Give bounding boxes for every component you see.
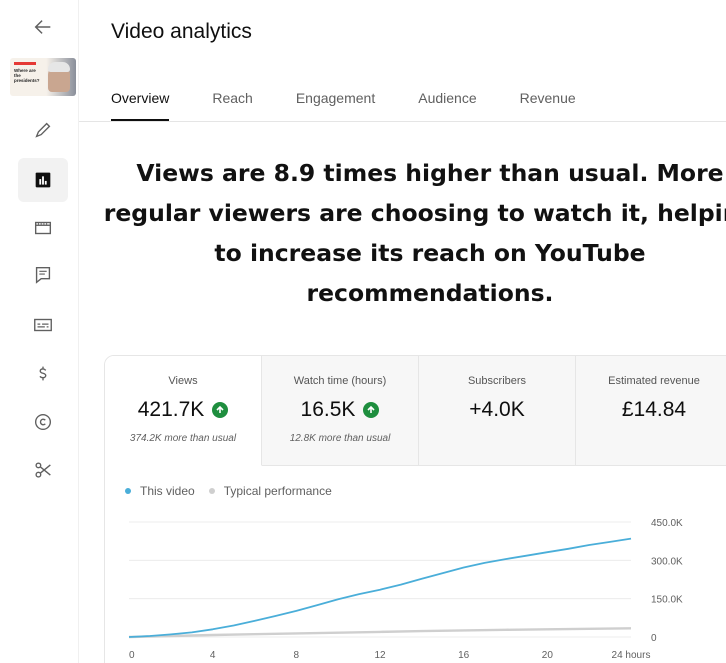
legend-dot-this-video xyxy=(125,488,131,494)
legend-typical: Typical performance xyxy=(208,484,332,498)
video-thumbnail[interactable]: Where are the presidents? xyxy=(10,58,76,96)
legend-this-video: This video xyxy=(125,484,195,498)
metric-tabs: Views 421.7K 374.2K more than usual Watc… xyxy=(105,356,726,466)
metric-value-text: 16.5K xyxy=(300,398,356,421)
legend-label: This video xyxy=(140,484,195,498)
copyright-icon[interactable] xyxy=(18,400,68,444)
metric-label: Subscribers xyxy=(467,375,527,387)
metric-value: +4.0K xyxy=(419,398,575,422)
comments-icon[interactable] xyxy=(18,253,68,297)
thumbnail-text: Where are the presidents? xyxy=(14,68,40,83)
y-tick-label: 0 xyxy=(651,633,657,644)
tabs-divider xyxy=(79,121,726,122)
left-nav-rail: Where are the presidents? xyxy=(0,0,78,663)
x-tick-label: 20 xyxy=(542,650,554,661)
x-tick-label: 0 xyxy=(129,650,135,661)
metric-views[interactable]: Views 421.7K 374.2K more than usual xyxy=(105,356,262,466)
metric-value: 421.7K xyxy=(105,398,261,422)
analytics-icon[interactable] xyxy=(18,158,68,202)
metric-comparison: 374.2K more than usual xyxy=(129,433,237,444)
x-tick-label: 16 xyxy=(458,650,470,661)
tab-audience[interactable]: Audience xyxy=(418,88,476,122)
metric-value-text: +4.0K xyxy=(469,398,525,421)
metric-value: £14.84 xyxy=(576,398,726,422)
metric-estimated-revenue[interactable]: Estimated revenue £14.84 xyxy=(576,356,726,466)
x-tick-label: 8 xyxy=(294,650,300,661)
metric-value-text: 421.7K xyxy=(137,398,205,421)
legend-label: Typical performance xyxy=(223,484,332,498)
x-tick-label: 24 hours xyxy=(612,650,651,661)
x-tick-label: 12 xyxy=(374,650,386,661)
x-tick-label: 4 xyxy=(210,650,216,661)
insight-headline: Views are 8.9 times higher than usual. M… xyxy=(103,159,726,307)
back-arrow-icon[interactable] xyxy=(18,5,68,49)
rail-divider xyxy=(78,0,79,663)
metric-label: Watch time (hours) xyxy=(293,375,387,387)
metric-subscribers[interactable]: Subscribers +4.0K xyxy=(419,356,576,466)
analytics-tabs: Overview Reach Engagement Audience Reven… xyxy=(111,88,619,122)
tab-engagement[interactable]: Engagement xyxy=(296,88,375,122)
y-tick-label: 450.0K xyxy=(651,518,683,529)
tab-overview[interactable]: Overview xyxy=(111,88,170,122)
tab-reach[interactable]: Reach xyxy=(212,88,252,122)
editor-icon[interactable] xyxy=(18,206,68,250)
chart-legend: This video Typical performance xyxy=(125,484,346,498)
trend-up-icon xyxy=(212,402,229,418)
metrics-card: Views 421.7K 374.2K more than usual Watc… xyxy=(104,355,726,663)
trend-up-icon xyxy=(363,402,380,418)
subtitles-icon[interactable] xyxy=(18,303,68,347)
page-title: Video analytics xyxy=(111,20,252,43)
metric-value: 16.5K xyxy=(262,398,418,422)
views-line-chart: 0 150.0K 300.0K 450.0K 0 4 8 12 16 20 24 hours xyxy=(128,518,683,661)
legend-dot-typical xyxy=(208,488,215,494)
y-tick-label: 150.0K xyxy=(651,595,683,606)
metric-label: Estimated revenue xyxy=(608,375,700,387)
y-tick-label: 300.0K xyxy=(651,556,683,567)
metric-comparison: 12.8K more than usual xyxy=(289,433,391,444)
metric-label: Views xyxy=(168,375,198,387)
tab-revenue[interactable]: Revenue xyxy=(520,88,576,122)
clips-icon[interactable] xyxy=(18,448,68,492)
series-line-this-video xyxy=(128,537,632,638)
series-line-typical xyxy=(128,627,632,639)
metric-watch-time[interactable]: Watch time (hours) 16.5K 12.8K more than… xyxy=(262,356,419,466)
details-icon[interactable] xyxy=(18,108,68,152)
monetization-icon[interactable] xyxy=(18,352,68,396)
metric-value-text: £14.84 xyxy=(621,398,687,421)
